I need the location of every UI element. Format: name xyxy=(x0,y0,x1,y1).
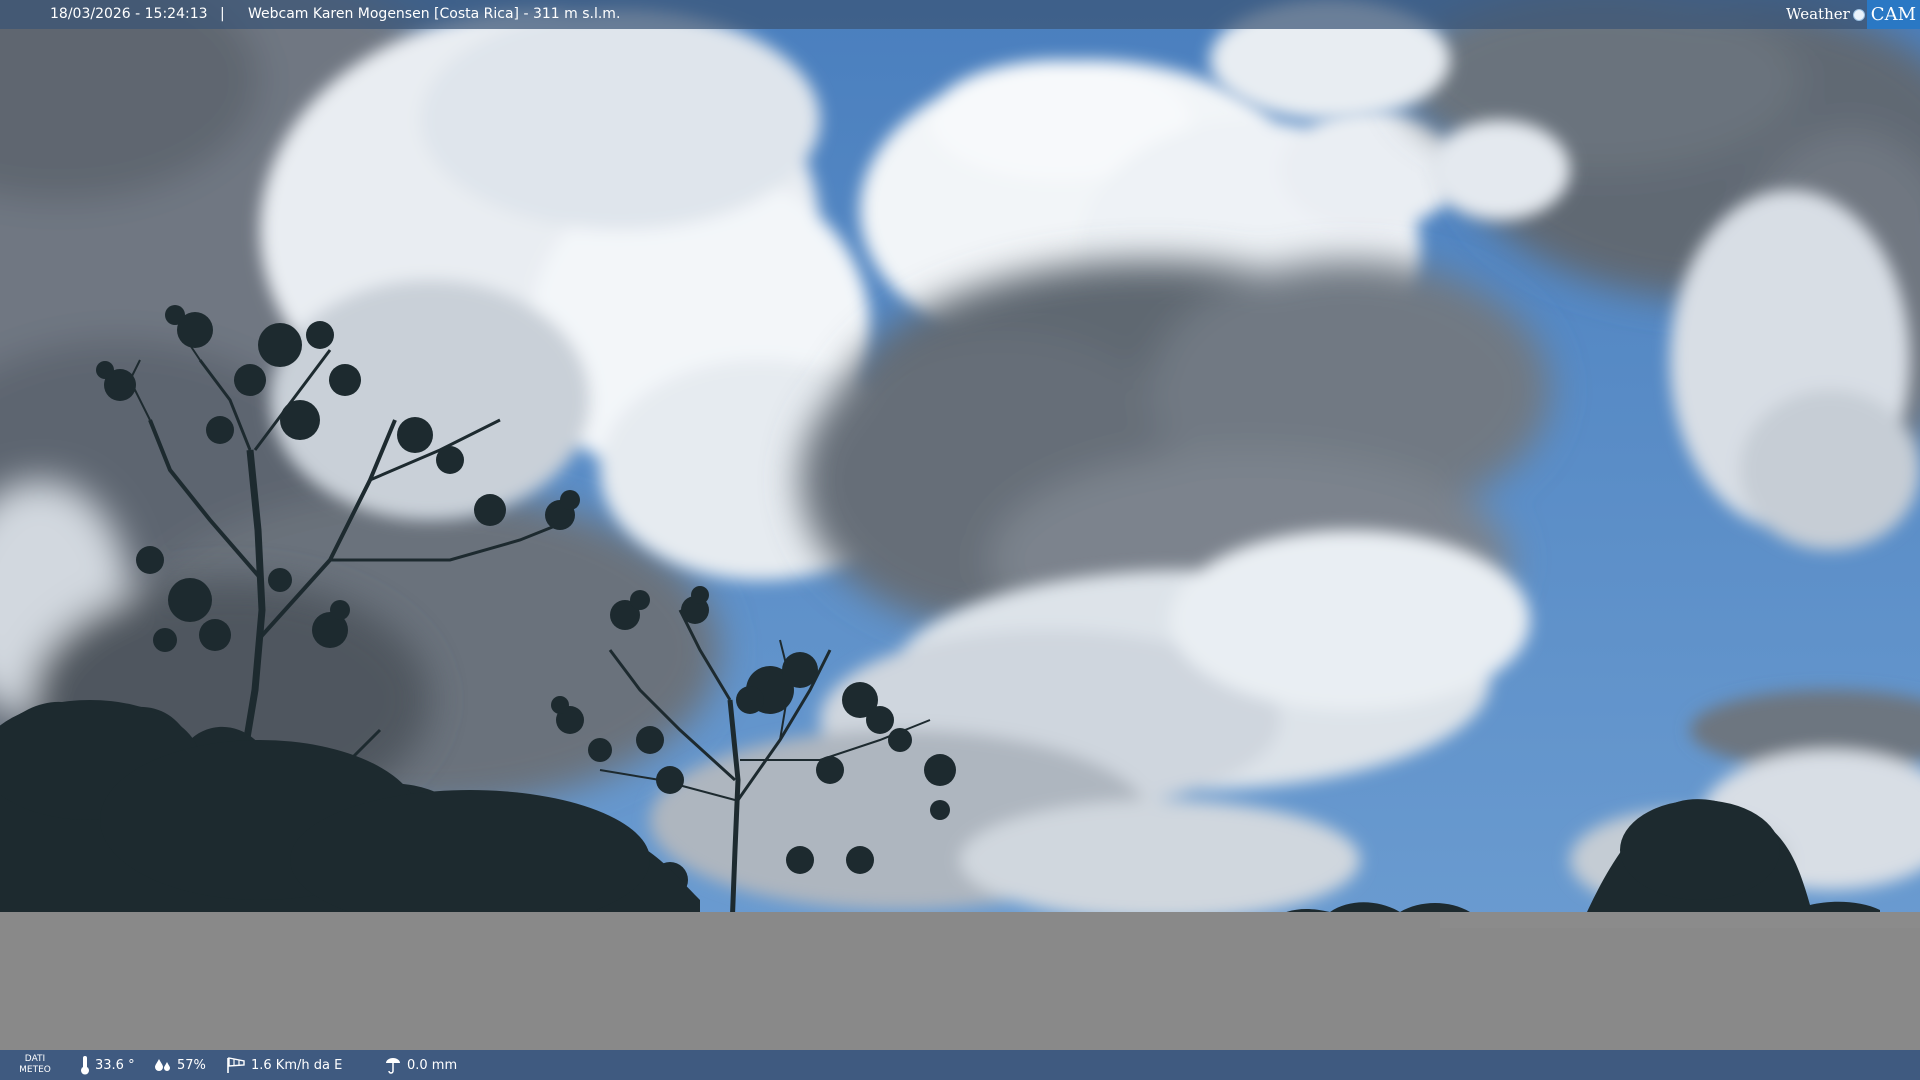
wind-sock-icon xyxy=(227,1057,245,1073)
no-signal-area xyxy=(0,912,1920,1050)
weathercam-logo[interactable]: Weather CAM xyxy=(1786,0,1920,29)
top-info-bar: 18/03/2026 - 15:24:13 | Webcam Karen Mog… xyxy=(0,0,1920,29)
temperature-value: 33.6 ° xyxy=(95,1057,135,1073)
temperature-reading: 33.6 ° xyxy=(80,1050,135,1080)
wind-reading: 1.6 Km/h da E xyxy=(226,1050,342,1080)
logo-cam-text: CAM xyxy=(1866,0,1920,29)
thermometer-icon xyxy=(81,1056,89,1075)
no-signal-area-top xyxy=(1440,912,1920,928)
logo-weather-text: Weather xyxy=(1786,5,1850,23)
humidity-value: 57% xyxy=(177,1057,206,1073)
wind-value: 1.6 Km/h da E xyxy=(251,1057,343,1073)
rain-reading: 0.0 mm xyxy=(384,1050,457,1080)
humidity-drops-icon xyxy=(155,1059,170,1071)
webcam-caption: Webcam Karen Mogensen [Costa Rica] - 311… xyxy=(248,6,621,22)
separator: | xyxy=(220,6,225,22)
meteo-label-line1: DATI xyxy=(24,1054,46,1064)
webcam-image xyxy=(0,0,1920,928)
timestamp: 18/03/2026 - 15:24:13 xyxy=(50,6,208,22)
logo-dot-icon xyxy=(1852,8,1865,21)
meteo-label: DATI METEO xyxy=(14,1054,56,1076)
meteo-label-line2: METEO xyxy=(19,1065,51,1075)
humidity-reading: 57% xyxy=(154,1050,206,1080)
rain-value: 0.0 mm xyxy=(407,1057,458,1073)
weather-data-bar: DATI METEO 33.6 ° 57% 1.6 Km/h da E 0.0 … xyxy=(0,1050,1920,1080)
rain-gauge-icon xyxy=(386,1058,400,1074)
webcam-frame: 18/03/2026 - 15:24:13 | Webcam Karen Mog… xyxy=(0,0,1920,1080)
